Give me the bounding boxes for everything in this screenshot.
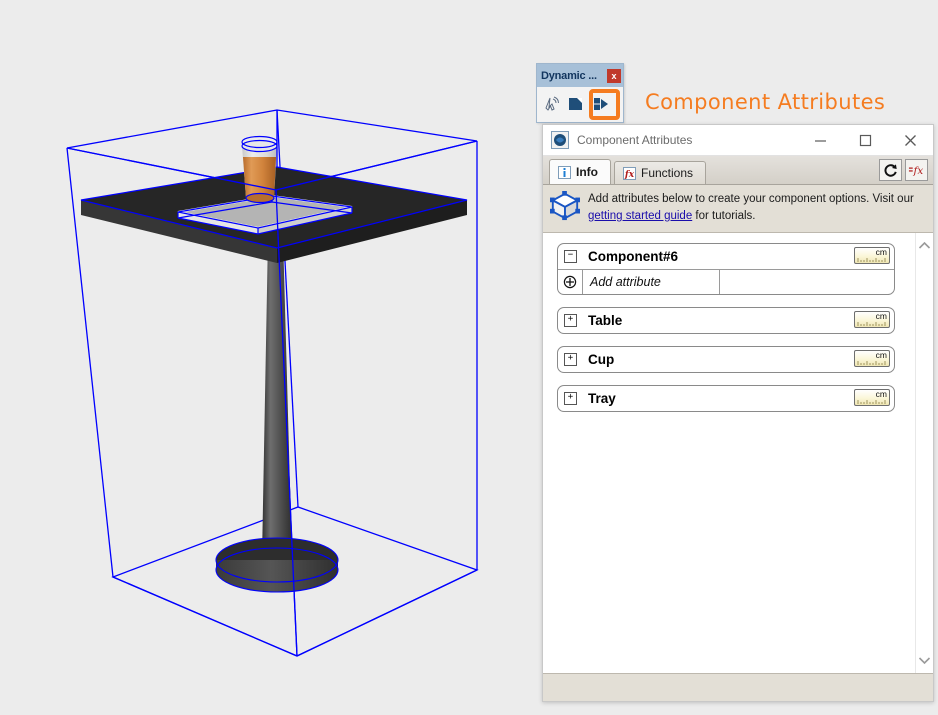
component-cube-icon — [550, 191, 580, 221]
attribute-card-table[interactable]: + Table cm — [557, 307, 895, 335]
chevron-up-icon — [918, 242, 931, 249]
formula-button[interactable]: fx — [905, 159, 928, 181]
collapse-toggle[interactable]: − — [564, 250, 577, 264]
dialog-hint-text: Add attributes below to create your comp… — [588, 191, 925, 224]
attribute-card-title: Component#6 — [588, 249, 679, 265]
table-pole — [262, 236, 292, 558]
expand-toggle[interactable]: + — [564, 353, 577, 367]
dialog-body: − Component#6 cm Add attribute + Table c… — [543, 233, 933, 673]
units-badge[interactable]: cm — [854, 389, 890, 407]
getting-started-guide-link[interactable]: getting started guide — [588, 210, 692, 222]
units-label: cm — [875, 311, 887, 322]
attribute-card-cup[interactable]: + Cup cm — [557, 346, 895, 374]
component-attributes-dialog: Component Attributes Info fx Functions f… — [542, 124, 934, 702]
ruler-ticks-icon — [857, 400, 886, 405]
add-attribute-row[interactable]: Add attribute — [558, 269, 894, 295]
dialog-statusbar — [543, 673, 933, 701]
info-icon — [557, 165, 571, 179]
dialog-titlebar[interactable]: Component Attributes — [543, 125, 933, 156]
attributes-list: − Component#6 cm Add attribute + Table c… — [543, 233, 915, 673]
dynamic-toolbar-buttons — [537, 87, 623, 121]
tab-info-label: Info — [576, 165, 598, 179]
dialog-maximize-button[interactable] — [843, 125, 888, 155]
attribute-card-component[interactable]: − Component#6 cm Add attribute — [557, 243, 895, 296]
dialog-title: Component Attributes — [577, 133, 693, 147]
expand-toggle[interactable]: + — [564, 314, 577, 328]
dynamic-toolbar-close-button[interactable]: x — [607, 68, 621, 83]
units-label: cm — [875, 350, 887, 361]
ruler-ticks-icon — [857, 258, 886, 263]
component-options-icon[interactable] — [565, 93, 587, 115]
sketchup-3d-viewport[interactable] — [0, 0, 530, 715]
ruler-ticks-icon — [857, 361, 886, 366]
add-attribute-input[interactable]: Add attribute — [582, 270, 719, 295]
attributes-scrollbar[interactable] — [915, 233, 933, 673]
attribute-card-tray[interactable]: + Tray cm — [557, 385, 895, 413]
scroll-down-button[interactable] — [916, 652, 933, 669]
hint-text-before: Add attributes below to create your comp… — [588, 193, 914, 205]
dialog-tabbar: Info fx Functions fx — [543, 156, 933, 185]
tab-functions[interactable]: fx Functions — [614, 161, 707, 184]
tab-tools: fx — [879, 159, 928, 181]
dynamic-toolbar-titlebar[interactable]: Dynamic ... x — [537, 64, 623, 87]
model-canvas — [66, 109, 479, 657]
units-badge[interactable]: cm — [854, 247, 890, 265]
scroll-up-button[interactable] — [916, 237, 933, 254]
dynamic-components-toolbar: Dynamic ... x — [536, 63, 624, 123]
tab-functions-label: Functions — [641, 166, 694, 180]
cup-bottom — [245, 192, 275, 204]
hint-text-after: for tutorials. — [692, 209, 756, 222]
attribute-card-header[interactable]: + Tray cm — [558, 386, 894, 411]
sketchup-app-icon — [551, 131, 569, 149]
add-attribute-value[interactable] — [719, 270, 894, 295]
attribute-card-header[interactable]: + Cup cm — [558, 347, 894, 372]
app-root: Dynamic ... x Component Attributes Compo… — [0, 0, 938, 715]
chevron-down-icon — [918, 657, 931, 665]
refresh-icon — [884, 163, 897, 177]
callout-label: Component Attributes — [645, 90, 886, 114]
tab-info[interactable]: Info — [549, 159, 611, 184]
expand-toggle[interactable]: + — [564, 392, 577, 406]
attribute-card-title: Table — [588, 313, 623, 329]
dialog-hint-banner: Add attributes below to create your comp… — [543, 185, 933, 234]
add-attribute-button[interactable] — [558, 275, 582, 289]
refresh-button[interactable] — [879, 159, 902, 181]
equals-fx-icon: fx — [908, 165, 924, 177]
dialog-minimize-button[interactable] — [798, 125, 843, 155]
plus-circle-icon — [563, 276, 577, 289]
units-badge[interactable]: cm — [854, 350, 890, 368]
attribute-card-title: Tray — [588, 391, 616, 407]
units-label: cm — [875, 247, 887, 258]
attribute-card-header[interactable]: + Table cm — [558, 308, 894, 333]
attribute-card-header[interactable]: − Component#6 cm — [558, 244, 894, 269]
dynamic-toolbar-title: Dynamic ... — [541, 69, 597, 82]
units-label: cm — [875, 389, 887, 400]
svg-text:fx: fx — [623, 170, 634, 180]
attribute-card-title: Cup — [588, 352, 615, 368]
svg-text:fx: fx — [913, 165, 924, 177]
fx-icon: fx — [622, 166, 636, 180]
interact-tool-icon[interactable] — [540, 93, 562, 115]
units-badge[interactable]: cm — [854, 311, 890, 329]
component-attributes-icon[interactable] — [590, 93, 612, 115]
ruler-ticks-icon — [857, 322, 886, 327]
cup-liquid — [243, 157, 276, 198]
dialog-close-button[interactable] — [888, 125, 933, 155]
